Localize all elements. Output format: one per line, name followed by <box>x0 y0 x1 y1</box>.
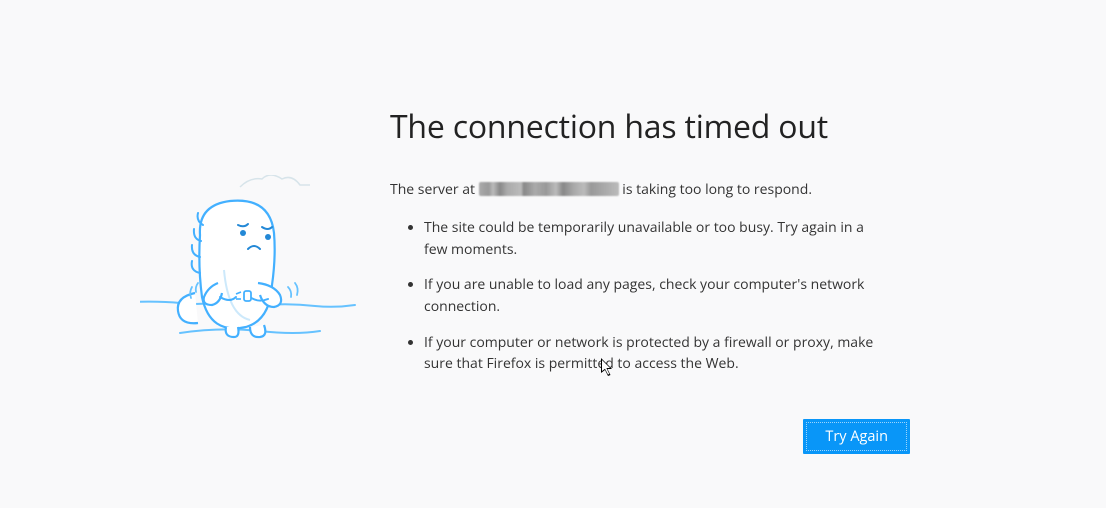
error-subtitle: The server at is taking too long to resp… <box>390 180 920 199</box>
suggestion-item: If you are unable to load any pages, che… <box>424 274 884 317</box>
try-again-button[interactable]: Try Again <box>803 419 910 454</box>
subtitle-suffix: is taking too long to respond. <box>619 180 812 199</box>
error-content: The connection has timed out The server … <box>360 105 920 454</box>
button-row: Try Again <box>390 419 920 454</box>
sad-creature-illustration <box>140 105 360 454</box>
error-title: The connection has timed out <box>390 105 920 148</box>
suggestion-list: The site could be temporarily unavailabl… <box>390 217 920 375</box>
suggestion-item: If your computer or network is protected… <box>424 332 884 375</box>
redacted-server-name <box>479 182 619 196</box>
error-page-container: The connection has timed out The server … <box>0 0 1106 454</box>
suggestion-item: The site could be temporarily unavailabl… <box>424 217 884 260</box>
subtitle-prefix: The server at <box>390 180 479 199</box>
